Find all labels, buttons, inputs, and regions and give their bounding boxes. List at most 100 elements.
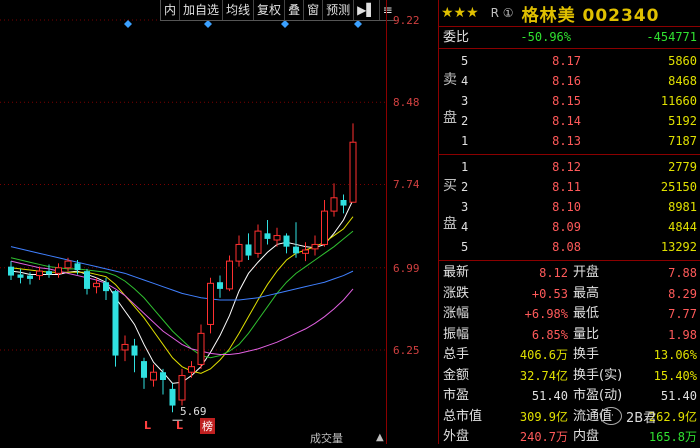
- signal-badge-l[interactable]: L: [176, 419, 183, 432]
- bid-volume: 13292: [660, 240, 697, 254]
- ranking-badge[interactable]: 榜: [200, 418, 215, 434]
- margin-badge: R ①: [490, 6, 514, 20]
- chart-toolbar: 内 加自选 均线 复权 叠 窗 预测 ▶▌ ≡: [160, 0, 396, 21]
- candle-body: [188, 366, 195, 373]
- bid-price: 8.08: [552, 240, 581, 254]
- candle-body: [302, 249, 309, 254]
- candle-body: [245, 244, 252, 256]
- bid-level-row[interactable]: 3 8.10 8981: [439, 197, 700, 217]
- stat-value: 8.29: [668, 286, 697, 301]
- candle-body: [17, 274, 24, 278]
- stat-value: 6.85%: [531, 327, 568, 342]
- ask-level-row[interactable]: 1 8.13 7187: [439, 131, 700, 151]
- kline-chart[interactable]: 内 加自选 均线 复权 叠 窗 预测 ▶▌ ≡ 9.22 8.48 7.74 6…: [0, 0, 438, 444]
- stat-label: 内盘: [573, 429, 600, 444]
- stat-value: +0.53: [531, 286, 568, 301]
- stat-value: 7.88: [668, 266, 697, 280]
- bid-volume: 2779: [668, 160, 697, 174]
- ask-level-index: 5: [461, 54, 469, 68]
- ask-volume: 5860: [668, 54, 697, 68]
- diamond-marker-icon: [281, 20, 289, 28]
- candle-body: [46, 271, 52, 275]
- stat-value: 1.98: [668, 327, 697, 342]
- bid-level-row[interactable]: 4 8.09 4844: [439, 217, 700, 237]
- bid-volume: 8981: [668, 200, 697, 214]
- stat-label: 涨幅: [443, 306, 470, 321]
- sell-book: 卖 盘 5 8.17 5860 4 8.16 8468 3 8.15 11660 2 8.14 519…: [439, 49, 700, 155]
- bid-price: 8.09: [552, 220, 581, 234]
- bid-price: 8.12: [552, 160, 581, 174]
- bid-level-index: 2: [461, 180, 469, 194]
- chevron-up-icon[interactable]: ▲: [376, 432, 384, 443]
- ask-level-row[interactable]: 2 8.14 5192: [439, 111, 700, 131]
- candle-body: [321, 210, 328, 245]
- stat-row: 总手 406.6万 换手 13.06%: [439, 345, 700, 366]
- candle-body: [235, 243, 243, 262]
- stat-label: 涨跌: [443, 285, 470, 301]
- candle-body: [169, 388, 176, 406]
- candle-body: [349, 141, 357, 203]
- candle-body: [93, 282, 100, 288]
- stat-label: 金额: [443, 367, 470, 383]
- candle-body: [197, 332, 205, 365]
- bid-level-row[interactable]: 1 8.12 2779: [439, 157, 700, 177]
- stat-label: 最新: [443, 265, 470, 280]
- stock-header: ★★★ R ① 格林美 002340: [439, 0, 700, 27]
- bid-level-index: 5: [461, 240, 469, 254]
- diamond-marker-icon: [124, 20, 132, 28]
- price-tick: 8.48: [393, 96, 420, 109]
- candle-body: [178, 375, 186, 401]
- quote-panel: ★★★ R ① 格林美 002340 委比 -50.96% -454771 卖 …: [438, 0, 700, 444]
- low-price-label: 5.69: [180, 405, 207, 418]
- signal-badge-l[interactable]: L: [144, 419, 151, 432]
- bid-level-row[interactable]: 2 8.11 25150: [439, 177, 700, 197]
- bid-level-index: 1: [461, 160, 469, 174]
- bid-level-index: 4: [461, 220, 469, 234]
- diamond-marker-icon: [354, 20, 362, 28]
- toolbar-item-overlay[interactable]: 叠: [284, 0, 303, 20]
- stat-label: 换手(实): [573, 367, 623, 383]
- candle-body: [141, 361, 147, 378]
- stat-value: 32.74亿: [519, 368, 568, 383]
- stat-label: 总手: [443, 347, 470, 362]
- ask-price: 8.13: [552, 134, 581, 148]
- candle-body: [283, 235, 290, 247]
- candle-body: [273, 235, 281, 241]
- expand-icon[interactable]: ▶▌: [353, 0, 378, 20]
- price-tick: 6.99: [393, 262, 420, 275]
- ask-volume: 11660: [660, 94, 697, 108]
- candle-body: [131, 345, 138, 356]
- candlestick-svg[interactable]: [0, 0, 438, 444]
- stat-label: 换手: [573, 347, 600, 362]
- ask-price: 8.15: [552, 94, 581, 108]
- toolbar-item-window[interactable]: 窗: [303, 0, 322, 20]
- watermark-text: 2B君: [626, 410, 657, 426]
- candle-body: [264, 233, 271, 239]
- toolbar-item-add-favorite[interactable]: 加自选: [179, 0, 222, 20]
- toolbar-item-adjust[interactable]: 复权: [253, 0, 284, 20]
- candle-body: [226, 260, 233, 290]
- bid-level-row[interactable]: 5 8.08 13292: [439, 237, 700, 257]
- ask-level-index: 1: [461, 134, 469, 148]
- ask-level-row[interactable]: 3 8.15 11660: [439, 91, 700, 111]
- candle-body: [330, 197, 338, 212]
- stat-label: 最低: [573, 306, 600, 321]
- toolbar-item-nei[interactable]: 内: [161, 0, 179, 20]
- stat-value: 8.12: [539, 266, 568, 280]
- toolbar-item-forecast[interactable]: 预测: [322, 0, 353, 20]
- diamond-marker-icon: [204, 20, 212, 28]
- stat-label: 振幅: [443, 326, 470, 342]
- toolbar-item-moving-average[interactable]: 均线: [222, 0, 253, 20]
- candle-body: [64, 260, 72, 269]
- moving-average-line: [10, 199, 354, 384]
- ask-level-row[interactable]: 4 8.16 8468: [439, 71, 700, 91]
- ask-level-row[interactable]: 5 8.17 5860: [439, 51, 700, 71]
- candle-body: [27, 275, 33, 279]
- stat-label: 外盘: [443, 429, 470, 444]
- candle-body: [36, 270, 43, 277]
- stat-value: 165.8万: [648, 430, 697, 444]
- stat-value: 13.06%: [653, 348, 697, 362]
- stat-value: +6.98%: [524, 307, 568, 321]
- candle-body: [55, 267, 62, 274]
- stat-label: 市盈: [443, 388, 470, 403]
